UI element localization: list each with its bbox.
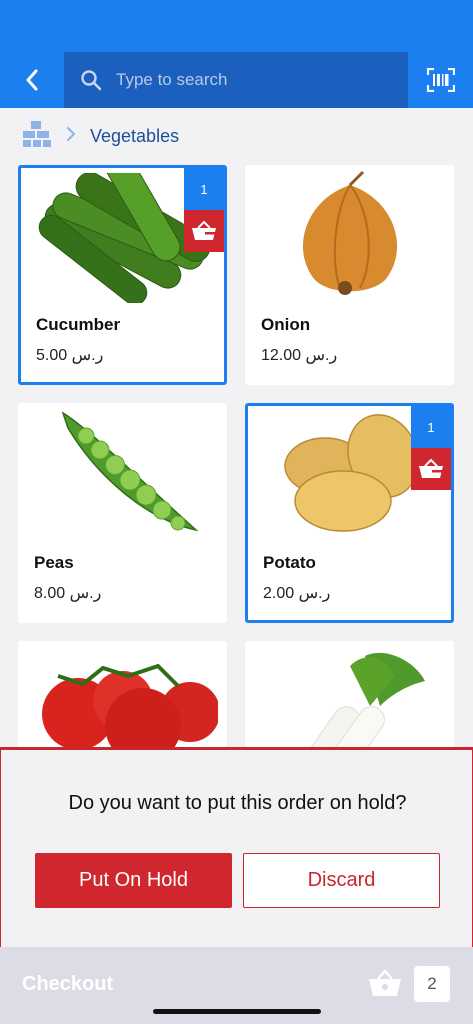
product-image — [18, 403, 227, 543]
product-card-onion[interactable]: Onion 12.00 ر.س — [245, 165, 454, 385]
status-bar — [0, 0, 473, 52]
quantity-badge: 1 — [184, 168, 224, 210]
search-bar[interactable] — [64, 52, 408, 108]
product-card-peas[interactable]: Peas 8.00 ر.س — [18, 403, 227, 623]
hold-order-dialog: Do you want to put this order on hold? P… — [0, 747, 473, 947]
product-price: 2.00 ر.س — [263, 585, 331, 602]
product-name: Potato — [263, 553, 316, 572]
quantity-badge: 1 — [411, 406, 451, 448]
checkout-button[interactable]: Checkout — [22, 973, 113, 996]
product-card-potato[interactable]: 1 Potato 2.00 ر.س — [245, 403, 454, 623]
chevron-left-icon — [26, 69, 38, 91]
categories-home-icon[interactable] — [22, 120, 52, 153]
chevron-right-icon — [66, 126, 76, 147]
remove-from-basket-button[interactable] — [184, 210, 224, 252]
product-price: 5.00 ر.س — [36, 347, 104, 364]
product-price: 8.00 ر.س — [34, 585, 102, 602]
search-input[interactable] — [116, 70, 356, 90]
breadcrumb: Vegetables — [22, 120, 179, 152]
home-indicator — [153, 1009, 321, 1014]
product-name: Onion — [261, 315, 311, 334]
search-icon — [80, 69, 102, 91]
basket-remove-icon — [192, 220, 216, 240]
back-button[interactable] — [0, 52, 64, 108]
put-on-hold-button[interactable]: Put On Hold — [35, 853, 232, 908]
barcode-scan-button[interactable] — [408, 52, 473, 108]
checkout-bar: Checkout 2 — [0, 947, 473, 1024]
hold-question-text: Do you want to put this order on hold? — [68, 792, 407, 814]
basket-remove-icon — [419, 458, 443, 478]
breadcrumb-current[interactable]: Vegetables — [90, 126, 179, 147]
product-name: Peas — [34, 553, 74, 572]
top-bar — [0, 52, 473, 108]
product-image — [245, 165, 454, 305]
barcode-scan-icon — [426, 68, 455, 92]
product-name: Cucumber — [36, 315, 121, 334]
product-price: 12.00 ر.س — [261, 347, 338, 364]
basket-icon[interactable] — [368, 969, 402, 997]
discard-button[interactable]: Discard — [243, 853, 440, 908]
remove-from-basket-button[interactable] — [411, 448, 451, 490]
cart-count-badge[interactable]: 2 — [414, 966, 450, 1002]
product-card-cucumber[interactable]: 1 Cucumber 5.00 ر.س — [18, 165, 227, 385]
